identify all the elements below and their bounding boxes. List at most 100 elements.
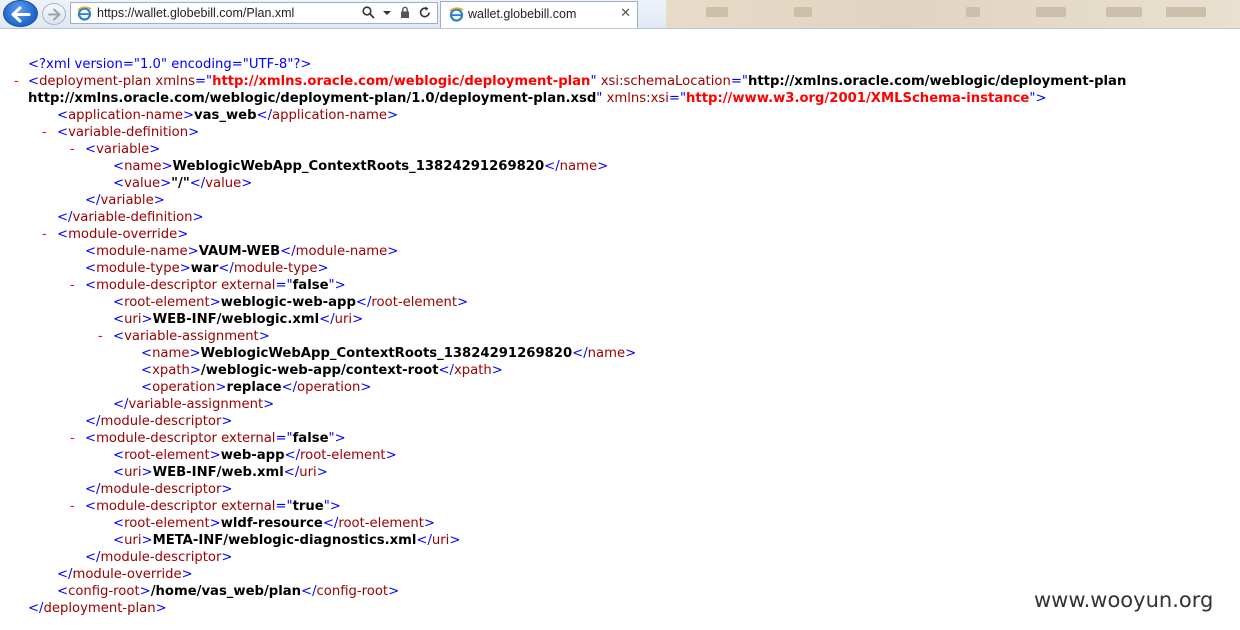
tag-name: config-root xyxy=(316,584,389,599)
xml-element-module-name: <module-name>VAUM-WEB</module-name> xyxy=(85,244,399,259)
tag-name: root-element xyxy=(371,295,457,310)
attr-value: http://www.w3.org/2001/XMLSchema-instanc… xyxy=(686,91,1030,106)
tag-name: value xyxy=(205,176,242,191)
attr-value: http://xmlns.oracle.com/weblogic/deploym… xyxy=(28,91,597,106)
tag-name: module-override xyxy=(68,227,178,242)
collapse-toggle[interactable]: - xyxy=(98,328,103,345)
collapse-toggle[interactable]: - xyxy=(42,226,47,243)
collapse-toggle[interactable]: - xyxy=(70,277,75,294)
tag-name: module-descriptor xyxy=(96,431,217,446)
tag-name: variable-assignment xyxy=(128,397,264,412)
xml-element-uri: <uri>META-INF/weblogic-diagnostics.xml</… xyxy=(113,533,461,548)
address-tools xyxy=(357,6,431,22)
collapse-toggle[interactable]: - xyxy=(14,73,19,90)
xml-element-module-type: <module-type>war</module-type> xyxy=(85,261,329,276)
element-text: replace xyxy=(226,380,282,395)
tag-name: module-descriptor xyxy=(96,278,217,293)
xml-prolog: <?xml version="1.0" encoding="UTF-8"?> xyxy=(28,56,311,73)
tag-name: uri xyxy=(124,465,142,480)
element-text: weblogic-web-app xyxy=(220,295,356,310)
xml-element-application-name: <application-name>vas_web</application-n… xyxy=(57,108,399,123)
collapse-toggle[interactable]: - xyxy=(42,124,47,141)
tag-name: uri xyxy=(124,533,142,548)
back-button[interactable] xyxy=(3,0,38,27)
xml-open-variable-definition: <variable-definition> xyxy=(57,125,200,140)
xml-element-operation: <operation>replace</operation> xyxy=(141,380,372,395)
close-icon[interactable]: ✕ xyxy=(620,6,631,21)
tag-name: module-descriptor xyxy=(100,482,222,497)
root-close-tag: </deployment-plan> xyxy=(28,601,167,616)
xml-close-module-override: </module-override> xyxy=(57,567,193,582)
xml-element-root-element: <root-element>web-app</root-element> xyxy=(113,448,397,463)
root-open-tag-continued: http://xmlns.oracle.com/weblogic/deploym… xyxy=(28,91,1047,106)
xml-open-variable: <variable> xyxy=(85,142,161,157)
tag-name: name xyxy=(587,346,626,361)
xml-open-variable-assignment: <variable-assignment> xyxy=(113,329,270,344)
refresh-icon[interactable] xyxy=(419,6,431,22)
attr-value: true xyxy=(292,499,324,514)
xml-open-module-descriptor: <module-descriptor external="false"> xyxy=(85,431,346,446)
xml-element-uri: <uri>WEB-INF/weblogic.xml</uri> xyxy=(113,312,364,327)
element-text: WeblogicWebApp_ContextRoots_138242912698… xyxy=(200,346,573,361)
attr-name: external xyxy=(221,499,276,514)
tag-name: module-name xyxy=(295,244,388,259)
xml-close-variable-assignment: </variable-assignment> xyxy=(113,397,275,412)
collapse-toggle[interactable]: - xyxy=(70,498,75,515)
forward-button[interactable] xyxy=(42,3,66,25)
xml-close-module-descriptor: </module-descriptor> xyxy=(85,414,233,429)
tag-name: value xyxy=(124,176,161,191)
tag-name: module-type xyxy=(233,261,318,276)
blurred-item xyxy=(1166,7,1206,17)
element-text: META-INF/weblogic-diagnostics.xml xyxy=(152,533,417,548)
attr-value: false xyxy=(292,278,329,293)
blurred-toolbar-area xyxy=(666,0,1240,28)
xml-element-config-root: <config-root>/home/vas_web/plan</config-… xyxy=(57,584,400,599)
address-bar[interactable]: https://wallet.globebill.com/Plan.xml xyxy=(70,2,438,24)
search-icon[interactable] xyxy=(361,6,375,22)
xml-element-uri: <uri>WEB-INF/web.xml</uri> xyxy=(113,465,328,480)
element-text: VAUM-WEB xyxy=(198,244,281,259)
blurred-item xyxy=(1106,7,1142,17)
collapse-toggle[interactable]: - xyxy=(70,430,75,447)
prolog-text: <?xml version="1.0" encoding="UTF-8"?> xyxy=(28,57,312,72)
tag-name: root-element xyxy=(338,516,424,531)
tag-name: root-element xyxy=(124,448,210,463)
element-text: vas_web xyxy=(194,108,257,123)
element-text: web-app xyxy=(220,448,285,463)
ie-logo-icon xyxy=(449,7,464,22)
root-tag-name: deployment-plan xyxy=(39,74,152,89)
dropdown-icon[interactable] xyxy=(383,6,392,22)
tag-name: operation xyxy=(152,380,216,395)
ie-logo-icon xyxy=(77,6,92,21)
tag-name: module-name xyxy=(96,244,188,259)
back-arrow-icon xyxy=(11,6,31,23)
tag-name: module-descriptor xyxy=(96,499,217,514)
tab-active[interactable]: wallet.globebill.com ✕ xyxy=(440,1,638,28)
tag-name: module-descriptor xyxy=(100,550,222,565)
attr-name: external xyxy=(221,278,276,293)
tag-name: name xyxy=(559,159,598,174)
element-text: "/" xyxy=(171,176,190,191)
tag-name: xpath xyxy=(152,363,190,378)
tag-name: name xyxy=(152,346,190,361)
collapse-toggle[interactable]: - xyxy=(70,141,75,158)
blurred-item xyxy=(706,7,728,17)
element-text: /weblogic-web-app/context-root xyxy=(200,363,439,378)
element-text: war xyxy=(190,261,219,276)
blurred-item xyxy=(794,7,812,17)
forward-arrow-icon xyxy=(48,8,61,21)
tag-name: deployment-plan xyxy=(43,601,156,616)
lock-icon[interactable] xyxy=(400,6,410,22)
xml-close-variable-definition: </variable-definition> xyxy=(57,210,204,225)
tag-name: variable xyxy=(100,193,154,208)
tag-name: variable xyxy=(96,142,150,157)
blurred-item xyxy=(1036,7,1066,17)
address-url: https://wallet.globebill.com/Plan.xml xyxy=(97,6,295,20)
attr-name: xmlns:xsi xyxy=(606,91,669,106)
tag-name: application-name xyxy=(272,108,387,123)
tag-name: module-type xyxy=(96,261,180,276)
tag-name: uri xyxy=(299,465,317,480)
tab-title: wallet.globebill.com xyxy=(468,7,577,21)
xml-open-module-descriptor: <module-descriptor external="false"> xyxy=(85,278,346,293)
xml-element-root-element: <root-element>wldf-resource</root-elemen… xyxy=(113,516,435,531)
